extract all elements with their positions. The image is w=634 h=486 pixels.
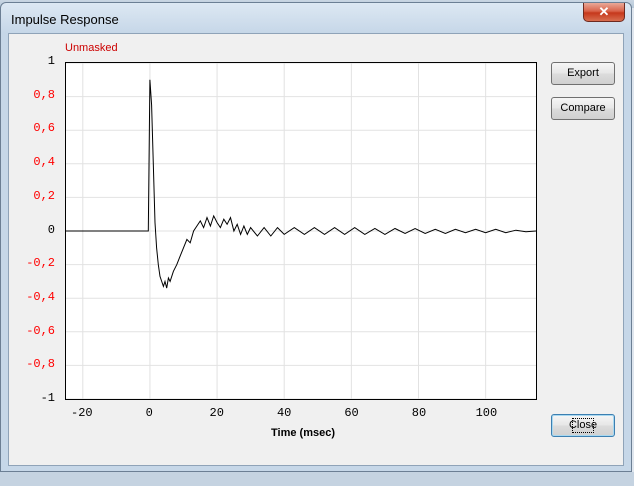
impulse-response-window: Impulse Response ✕ Unmasked 1 0,8 0,6 0,4 0,…: [0, 2, 632, 472]
y-tick-label: 0,4: [33, 155, 55, 170]
close-button-label: Close: [569, 415, 597, 436]
x-tick-label: 40: [276, 406, 292, 420]
dialog-client-area: Unmasked 1 0,8 0,6 0,4 0,2 0 -0,2 -0,4 -0,6 -0,8 -…: [8, 33, 624, 466]
y-tick-label: -0,8: [26, 357, 55, 372]
compare-button[interactable]: Compare: [551, 97, 615, 120]
background-desktop-bottom: [0, 472, 634, 486]
y-tick-label: 1: [47, 54, 55, 68]
export-button[interactable]: Export: [551, 62, 615, 85]
close-icon: ✕: [598, 4, 610, 19]
y-tick-label: 0,6: [33, 121, 55, 136]
close-button[interactable]: Close: [551, 414, 615, 437]
x-tick-label: 80: [411, 406, 427, 420]
x-tick-label: 20: [209, 406, 224, 420]
impulse-response-plot: [65, 62, 537, 400]
chart-svg: [66, 63, 536, 399]
x-tick-label: 60: [344, 406, 359, 420]
y-tick-label: -0,4: [26, 289, 55, 304]
compare-button-label: Compare: [560, 102, 606, 114]
x-tick-label: 100: [475, 406, 498, 420]
status-label: Unmasked: [65, 42, 118, 54]
impulse-response-line: [66, 79, 536, 289]
y-tick-label: 0,2: [33, 188, 55, 203]
y-tick-label: -1: [40, 391, 55, 405]
title-bar[interactable]: Impulse Response ✕: [1, 3, 631, 33]
window-close-button[interactable]: ✕: [583, 3, 625, 22]
export-button-label: Export: [567, 67, 599, 79]
x-tick-label: -20: [71, 406, 93, 420]
x-tick-label: 0: [145, 406, 153, 420]
window-title: Impulse Response: [11, 12, 119, 27]
y-tick-label: -0,6: [26, 323, 55, 338]
y-tick-label: 0,8: [33, 87, 55, 102]
y-tick-label: 0: [47, 222, 55, 237]
x-axis-label: Time (msec): [271, 427, 335, 439]
y-tick-label: -0,2: [26, 256, 55, 271]
